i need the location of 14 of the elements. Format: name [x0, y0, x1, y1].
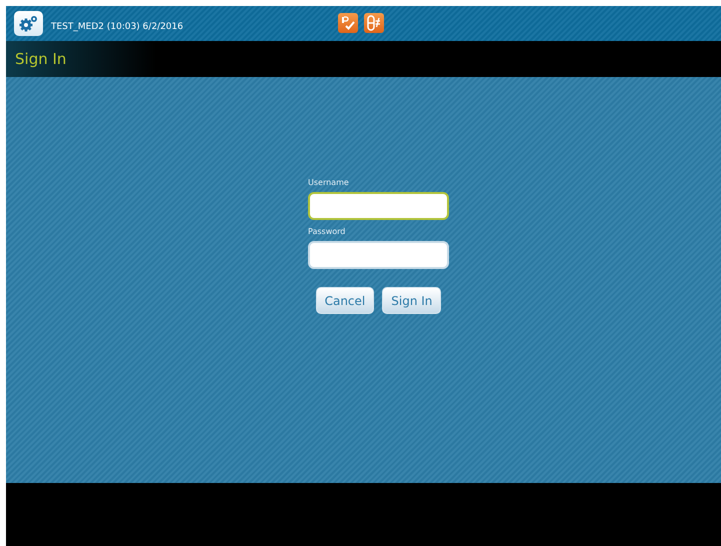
page-title: Sign In — [15, 48, 66, 70]
settings-icon — [18, 15, 38, 32]
field-label: Password — [308, 226, 346, 238]
capsule-icon — [367, 15, 381, 31]
medication-button[interactable] — [364, 13, 384, 33]
checkmark-icon — [341, 16, 355, 30]
username-field[interactable] — [308, 192, 449, 220]
prescription-button[interactable] — [338, 13, 358, 33]
cancel-button[interactable]: Cancel — [316, 287, 374, 314]
sign-in-button[interactable]: Sign In — [382, 287, 442, 314]
field-label: Username — [308, 177, 350, 189]
session-info: TEST_MED2 (10:03) 6/2/2016 — [51, 20, 184, 34]
password-field[interactable] — [308, 241, 449, 269]
settings-button[interactable] — [14, 11, 43, 36]
